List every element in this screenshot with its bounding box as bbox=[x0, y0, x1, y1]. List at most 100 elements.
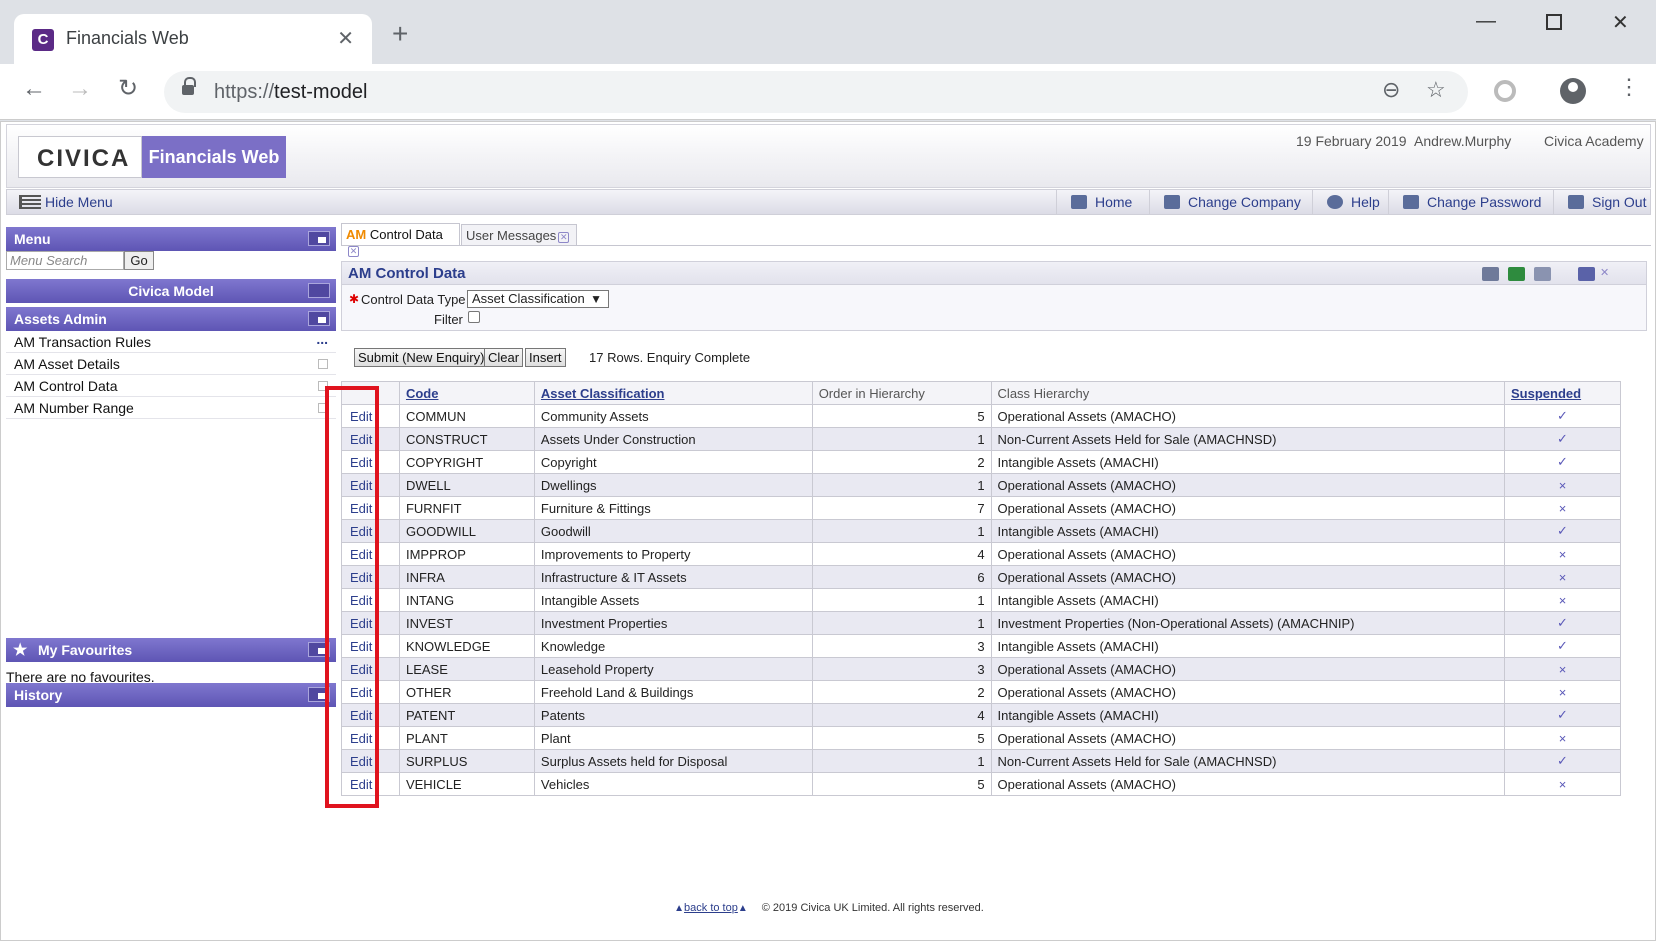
close-tab-icon[interactable]: ✕ bbox=[558, 232, 570, 243]
bookmark-star-icon[interactable]: ☆ bbox=[1426, 79, 1446, 101]
section-up-icon[interactable] bbox=[308, 311, 330, 326]
submit-new-enquiry-button[interactable]: Submit (New Enquiry) bbox=[354, 348, 489, 367]
table-row: Edit FURNFIT Furniture & Fittings 7 Operatio… bbox=[341, 496, 1621, 520]
new-tab-icon[interactable]: + bbox=[392, 20, 408, 48]
sign-out-link[interactable]: Sign Out bbox=[1553, 190, 1652, 214]
cell-asset-classification: Patents bbox=[533, 703, 813, 727]
cell-class-hierarchy: Operational Assets (AMACHO) bbox=[990, 680, 1506, 704]
menu-panel-header: Menu bbox=[6, 227, 336, 251]
filter-checkbox[interactable] bbox=[468, 311, 480, 323]
table-row: Edit DWELL Dwellings 1 Operational Assets (A… bbox=[341, 473, 1621, 497]
control-data-type-select[interactable]: Asset Classification ▼ bbox=[467, 290, 609, 308]
home-link[interactable]: Home bbox=[1056, 190, 1149, 214]
page-title-bar: AM Control Data ✕ bbox=[341, 261, 1647, 285]
sidebar-item-am-number-range[interactable]: AM Number Range bbox=[6, 397, 336, 419]
table-row: Edit VEHICLE Vehicles 5 Operational Assets (… bbox=[341, 772, 1621, 796]
cell-asset-classification: Improvements to Property bbox=[533, 542, 813, 566]
window-close-icon[interactable]: ✕ bbox=[1612, 10, 1629, 35]
tab-user-messages[interactable]: User Messages ✕ bbox=[461, 224, 577, 246]
minimize-icon[interactable]: — bbox=[1476, 10, 1496, 33]
address-bar[interactable]: https://test-model ⊖ ☆ bbox=[164, 71, 1468, 113]
table-row: Edit COPYRIGHT Copyright 2 Intangible Assets… bbox=[341, 450, 1621, 474]
table-header-row: Code Asset Classification Order in Hiera… bbox=[341, 381, 1621, 405]
cell-suspended: ✓ bbox=[1504, 703, 1621, 727]
menu-search-go-button[interactable]: Go bbox=[124, 251, 154, 270]
cell-class-hierarchy: Operational Assets (AMACHO) bbox=[990, 496, 1506, 520]
extension-icon[interactable] bbox=[1494, 80, 1516, 102]
page-footer: ▲back to top▲ © 2019 Civica UK Limited. A… bbox=[1, 902, 1656, 914]
cell-code: INFRA bbox=[398, 565, 535, 589]
cell-class-hierarchy: Operational Assets (AMACHO) bbox=[990, 565, 1506, 589]
cell-order-in-hierarchy: 1 bbox=[811, 519, 992, 543]
sidebar-item-am-transaction-rules[interactable]: AM Transaction Rules... bbox=[6, 331, 336, 353]
sidebar-item-am-asset-details[interactable]: AM Asset Details bbox=[6, 353, 336, 375]
column-header-code[interactable]: Code bbox=[398, 381, 535, 405]
cell-suspended: ✓ bbox=[1504, 634, 1621, 658]
cell-suspended: × bbox=[1504, 657, 1621, 681]
table-row: Edit INTANG Intangible Assets 1 Intangible A… bbox=[341, 588, 1621, 612]
close-tab-icon[interactable]: ✕ bbox=[337, 26, 354, 51]
sign-out-icon bbox=[1568, 195, 1584, 209]
assets-admin-header[interactable]: Assets Admin bbox=[6, 307, 336, 331]
cell-asset-classification: Investment Properties bbox=[533, 611, 813, 635]
window-icon[interactable] bbox=[1578, 267, 1595, 281]
zoom-icon[interactable]: ⊖ bbox=[1382, 79, 1400, 101]
close-tab-icon[interactable]: ✕ bbox=[348, 246, 359, 257]
cell-asset-classification: Vehicles bbox=[533, 772, 813, 796]
favourites-panel-header[interactable]: ★ My Favourites bbox=[6, 638, 336, 662]
star-icon: ★ bbox=[13, 642, 28, 659]
panel-toggle-icon[interactable] bbox=[308, 231, 330, 246]
export-excel-icon[interactable] bbox=[1508, 267, 1525, 281]
open-window-icon[interactable] bbox=[318, 359, 328, 369]
cell-suspended: × bbox=[1504, 565, 1621, 589]
cell-order-in-hierarchy: 4 bbox=[811, 542, 992, 566]
up-arrow-icon: ▲ bbox=[737, 903, 748, 914]
clear-button[interactable]: Clear bbox=[484, 348, 524, 367]
top-navigation: Hide Menu Home Change Company Help Chang… bbox=[6, 189, 1651, 215]
insert-button[interactable]: Insert bbox=[525, 348, 566, 367]
close-page-icon[interactable]: ✕ bbox=[1600, 266, 1609, 279]
back-icon[interactable]: ← bbox=[22, 77, 46, 101]
browser-menu-icon[interactable]: ⋮ bbox=[1618, 76, 1640, 98]
collapse-icon[interactable] bbox=[1534, 267, 1551, 281]
menu-search-input[interactable]: Menu Search bbox=[6, 251, 124, 270]
browser-tab[interactable]: C Financials Web ✕ bbox=[14, 14, 372, 64]
forward-icon[interactable]: → bbox=[68, 77, 92, 101]
table-row: Edit OTHER Freehold Land & Buildings 2 Opera… bbox=[341, 680, 1621, 704]
table-row: Edit CONSTRUCT Assets Under Construction 1 N… bbox=[341, 427, 1621, 451]
cell-suspended: × bbox=[1504, 496, 1621, 520]
back-to-top-link[interactable]: back to top bbox=[684, 902, 738, 914]
help-link[interactable]: Help bbox=[1312, 190, 1388, 214]
maximize-icon[interactable] bbox=[1546, 14, 1562, 30]
page-title: AM Control Data bbox=[348, 265, 466, 282]
table-row: Edit SURPLUS Surplus Assets held for Dispo… bbox=[341, 749, 1621, 773]
column-header-asset-classification[interactable]: Asset Classification bbox=[533, 381, 813, 405]
cell-order-in-hierarchy: 5 bbox=[811, 726, 992, 750]
product-name: Financials Web bbox=[142, 136, 286, 178]
cell-suspended: ✓ bbox=[1504, 611, 1621, 635]
model-panel-header[interactable]: Civica Model bbox=[6, 279, 336, 303]
header-date: 19 February 2019 bbox=[1296, 133, 1407, 149]
history-panel-header[interactable]: History bbox=[6, 683, 336, 707]
tab-divider bbox=[341, 245, 1651, 246]
account-avatar-icon[interactable] bbox=[1560, 78, 1586, 104]
print-icon[interactable] bbox=[1482, 267, 1499, 281]
cell-class-hierarchy: Intangible Assets (AMACHI) bbox=[990, 588, 1506, 612]
cell-code: OTHER bbox=[398, 680, 535, 704]
hide-menu-link[interactable]: Hide Menu bbox=[19, 194, 113, 210]
column-header-suspended[interactable]: Suspended bbox=[1504, 381, 1621, 405]
panel-toggle-icon[interactable] bbox=[308, 283, 330, 298]
more-icon[interactable]: ... bbox=[316, 331, 328, 347]
browser-tab-strip: C Financials Web ✕ + — ✕ bbox=[0, 0, 1656, 64]
tab-am-control-data[interactable]: AM Control Data✕ bbox=[341, 223, 460, 257]
sidebar-item-am-control-data[interactable]: AM Control Data bbox=[6, 375, 336, 397]
table-row: Edit PATENT Patents 4 Intangible Assets (AMA… bbox=[341, 703, 1621, 727]
cell-asset-classification: Infrastructure & IT Assets bbox=[533, 565, 813, 589]
civica-favicon-icon: C bbox=[32, 29, 54, 51]
change-company-link[interactable]: Change Company bbox=[1149, 190, 1312, 214]
reload-icon[interactable]: ↻ bbox=[118, 77, 138, 101]
cell-order-in-hierarchy: 1 bbox=[811, 588, 992, 612]
change-password-link[interactable]: Change Password bbox=[1388, 190, 1553, 214]
cell-order-in-hierarchy: 6 bbox=[811, 565, 992, 589]
cell-asset-classification: Goodwill bbox=[533, 519, 813, 543]
